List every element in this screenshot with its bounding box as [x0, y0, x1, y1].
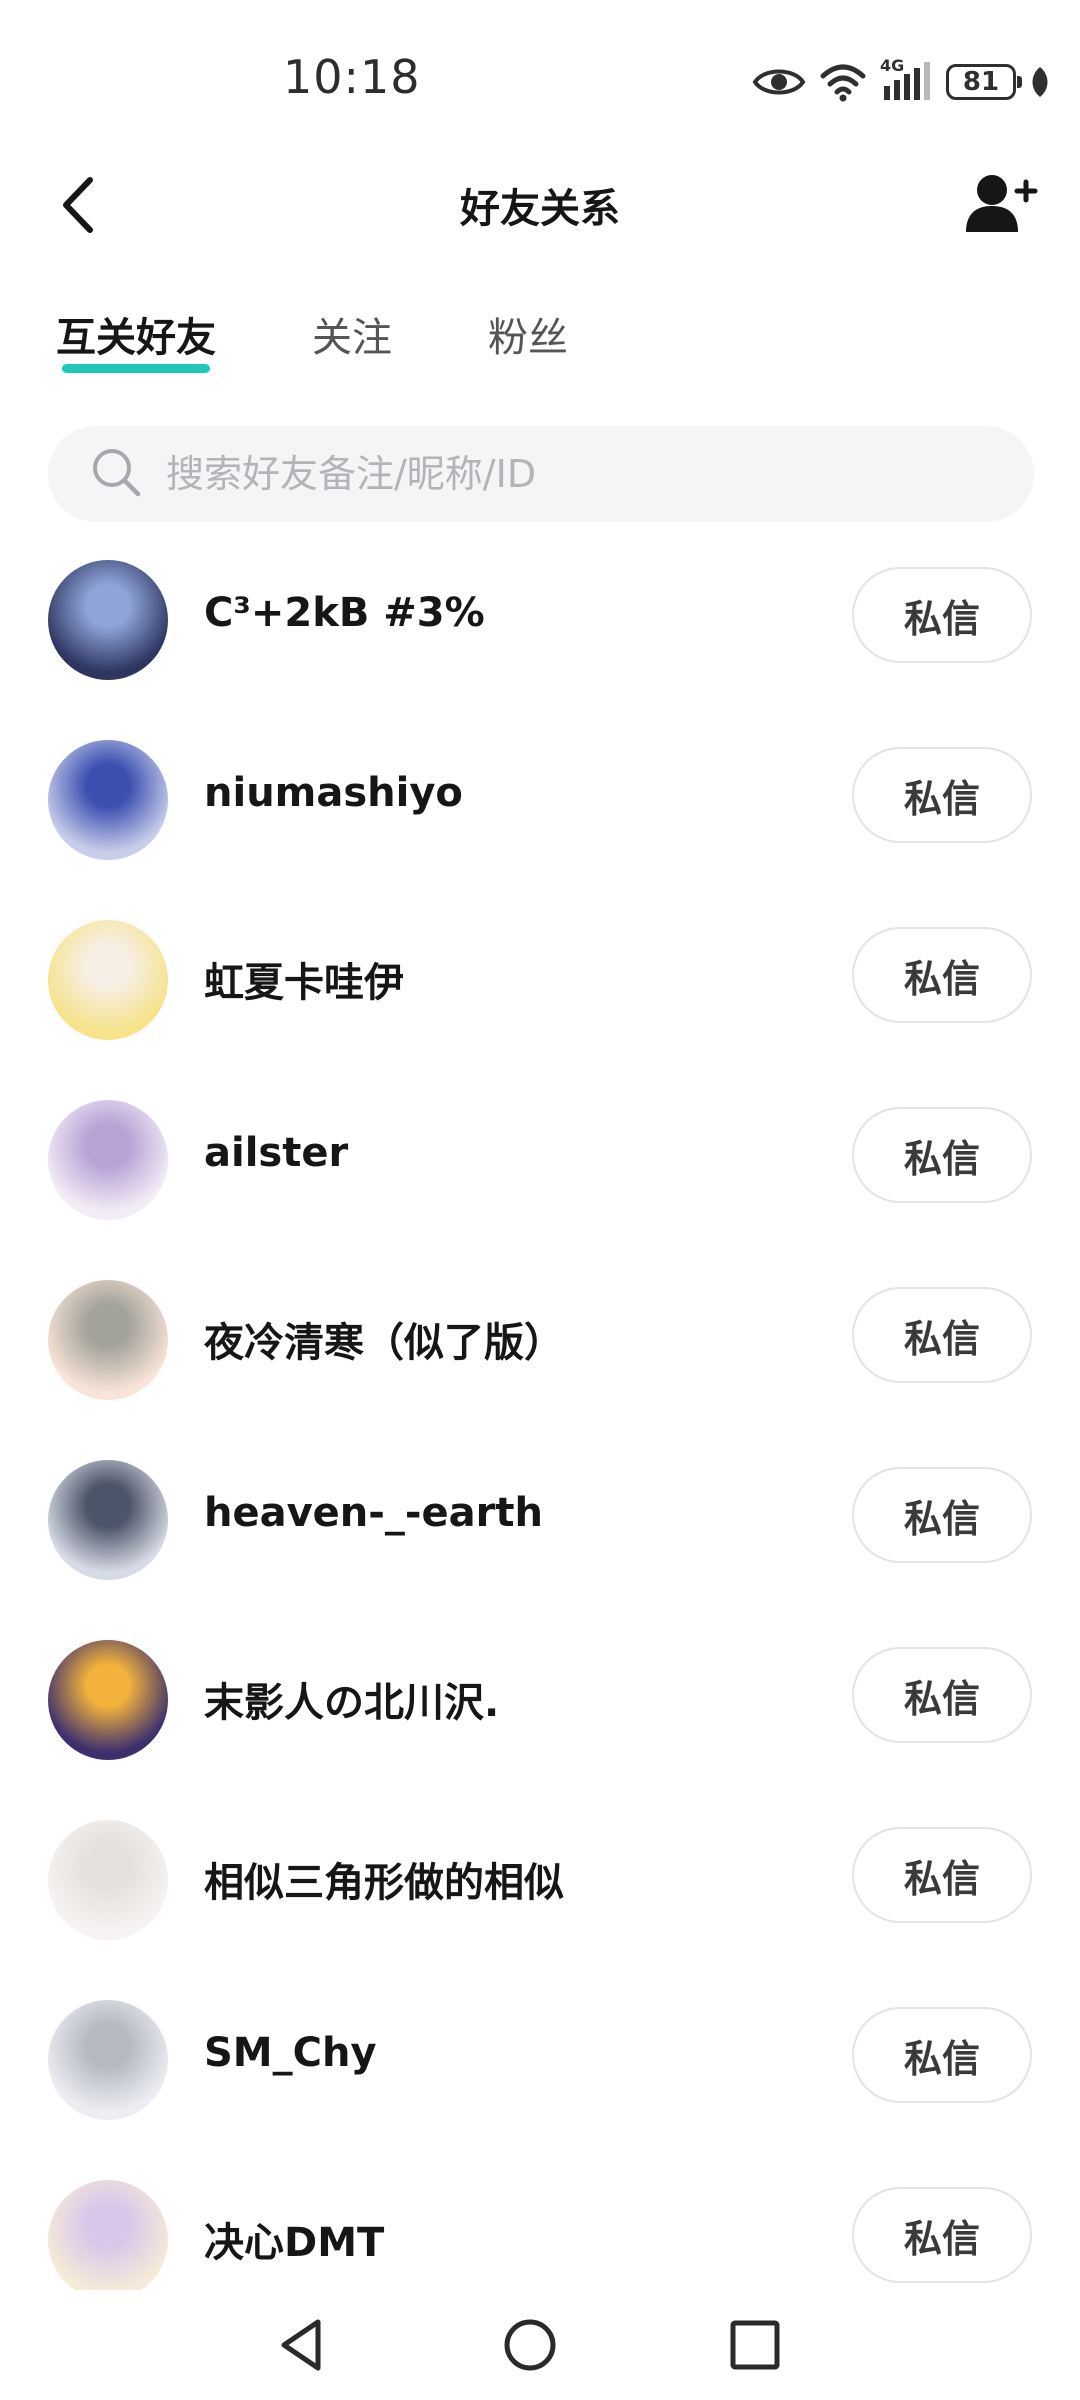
- tab-mutual-friends[interactable]: 互关好友: [56, 305, 216, 373]
- tab-label: 粉丝: [488, 315, 568, 361]
- avatar[interactable]: [48, 1100, 168, 1220]
- recents-square-icon: [720, 2320, 790, 2384]
- friend-name: 决心DMT: [204, 2220, 385, 2266]
- avatar[interactable]: [48, 1460, 168, 1580]
- friend-name: ailster: [204, 1130, 349, 1176]
- wifi-icon: [820, 62, 866, 102]
- message-button[interactable]: 私信: [852, 927, 1032, 1023]
- friend-name: 相似三角形做的相似: [204, 1860, 564, 1906]
- tab-bar: 互关好友 关注 粉丝: [56, 305, 664, 375]
- friend-row[interactable]: 相似三角形做的相似 私信: [0, 1790, 1080, 1970]
- active-tab-indicator: [62, 364, 210, 373]
- search-input[interactable]: [164, 451, 1028, 497]
- message-button[interactable]: 私信: [852, 2187, 1032, 2283]
- friend-name: 末影人の北川沢.: [204, 1680, 500, 1726]
- status-bar: 10:18 4G 81: [0, 0, 1080, 140]
- friend-name: SM_Chy: [204, 2030, 377, 2076]
- page-title: 好友关系: [460, 186, 620, 232]
- friend-row[interactable]: C³+2kB #3% 私信: [0, 530, 1080, 710]
- friend-name: 虹夏卡哇伊: [204, 960, 404, 1006]
- friend-name: niumashiyo: [204, 770, 463, 816]
- message-button[interactable]: 私信: [852, 2007, 1032, 2103]
- status-icons: 4G 81: [752, 52, 1050, 112]
- search-box[interactable]: [48, 426, 1034, 522]
- friend-row[interactable]: 夜冷清寒（似了版） 私信: [0, 1250, 1080, 1430]
- friend-row[interactable]: SM_Chy 私信: [0, 1970, 1080, 2150]
- tab-followers[interactable]: 粉丝: [488, 305, 568, 363]
- tab-label: 关注: [312, 315, 392, 361]
- friend-row[interactable]: 末影人の北川沢. 私信: [0, 1610, 1080, 1790]
- status-time: 10:18: [283, 50, 421, 104]
- friend-row[interactable]: ailster 私信: [0, 1070, 1080, 1250]
- search-icon: [90, 446, 142, 502]
- leaf-icon: [1030, 65, 1050, 99]
- avatar[interactable]: [48, 1280, 168, 1400]
- message-button[interactable]: 私信: [852, 1647, 1032, 1743]
- friend-name: C³+2kB #3%: [204, 590, 485, 636]
- tab-following[interactable]: 关注: [312, 305, 392, 363]
- friend-row[interactable]: 虹夏卡哇伊 私信: [0, 890, 1080, 1070]
- add-friend-button[interactable]: [964, 172, 1040, 238]
- tab-label: 互关好友: [56, 315, 216, 361]
- avatar[interactable]: [48, 1820, 168, 1940]
- user-plus-icon: [964, 175, 1040, 242]
- avatar[interactable]: [48, 560, 168, 680]
- eye-icon: [752, 65, 806, 99]
- friend-row[interactable]: niumashiyo 私信: [0, 710, 1080, 890]
- avatar[interactable]: [48, 740, 168, 860]
- message-button[interactable]: 私信: [852, 1467, 1032, 1563]
- nav-home-button[interactable]: [495, 2310, 565, 2380]
- friend-row[interactable]: heaven-_-earth 私信: [0, 1430, 1080, 1610]
- message-button[interactable]: 私信: [852, 1827, 1032, 1923]
- friend-row[interactable]: 决心DMT 私信: [0, 2150, 1080, 2290]
- friend-name: heaven-_-earth: [204, 1490, 543, 1536]
- message-button[interactable]: 私信: [852, 1287, 1032, 1383]
- message-button[interactable]: 私信: [852, 747, 1032, 843]
- friend-name: 夜冷清寒（似了版）: [204, 1320, 564, 1366]
- message-button[interactable]: 私信: [852, 1107, 1032, 1203]
- system-nav-bar: [0, 2290, 1080, 2400]
- signal-icon: 4G: [880, 56, 932, 104]
- battery-icon: 81: [946, 64, 1022, 100]
- home-circle-icon: [495, 2319, 565, 2384]
- nav-recents-button[interactable]: [720, 2310, 790, 2380]
- avatar[interactable]: [48, 920, 168, 1040]
- avatar[interactable]: [48, 1640, 168, 1760]
- friend-list: C³+2kB #3% 私信 niumashiyo 私信 虹夏卡哇伊 私信 ailster 私信…: [0, 530, 1080, 2290]
- battery-level: 81: [962, 67, 1000, 97]
- avatar[interactable]: [48, 2000, 168, 2120]
- nav-back-button[interactable]: [268, 2310, 338, 2380]
- message-button[interactable]: 私信: [852, 567, 1032, 663]
- back-triangle-icon: [268, 2319, 338, 2384]
- page: 10:18 4G 81 好友关系 互关好友 关注 粉丝 搜索好友备注/昵称/ID…: [0, 0, 1080, 2400]
- avatar[interactable]: [48, 2180, 168, 2290]
- header: 好友关系: [0, 150, 1080, 260]
